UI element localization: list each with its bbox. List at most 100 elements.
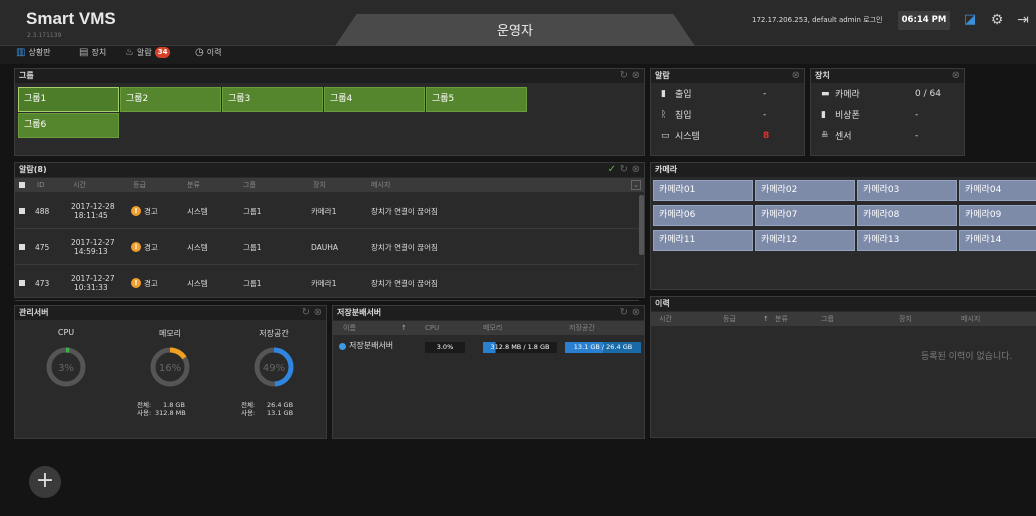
column-header[interactable]: 등급 xyxy=(133,178,146,192)
check-icon[interactable]: ✓ xyxy=(608,163,616,177)
row-checkbox[interactable] xyxy=(19,208,25,214)
phone-icon: ▮ xyxy=(821,109,826,120)
refresh-icon[interactable]: ↻ xyxy=(620,306,628,320)
table-row[interactable]: 475 2017-12-27 14:59:13 ! 경고 시스템 그룹1 DAUHA… xyxy=(15,229,639,265)
groups-panel-title: 그룹 xyxy=(15,69,644,83)
camera-tile[interactable]: 카메라01 xyxy=(653,180,753,201)
camera-tile[interactable]: 카메라07 xyxy=(755,205,855,226)
camera-tile[interactable]: 카메라11 xyxy=(653,230,753,251)
disk-total-label: 전체: xyxy=(241,401,256,409)
column-header[interactable]: 메시지 xyxy=(371,178,390,192)
group-item[interactable]: 그룹2 xyxy=(120,87,221,112)
column-header[interactable]: 그룹 xyxy=(243,178,256,192)
clock-icon: ◷ xyxy=(195,47,204,58)
cell-level: ! 경고 xyxy=(131,265,158,301)
layout-edit-icon[interactable]: ◪ xyxy=(962,12,978,28)
mgmt-server-title: 관리서버 xyxy=(15,306,326,320)
column-header[interactable]: 분류 xyxy=(775,312,788,326)
settings-gear-icon[interactable]: ⚙ xyxy=(989,12,1005,28)
cell-message: 장치가 연결이 끊어짐 xyxy=(371,206,438,216)
group-item[interactable]: 그룹3 xyxy=(222,87,323,112)
cell-device: 카메라1 xyxy=(311,278,337,288)
column-header[interactable]: 등급 xyxy=(723,312,736,326)
camera-tile[interactable]: 카메라08 xyxy=(857,205,957,226)
level-label: 경고 xyxy=(144,206,158,216)
column-header[interactable]: 분류 xyxy=(187,178,200,192)
row-checkbox[interactable] xyxy=(19,280,25,286)
close-icon[interactable]: ⊗ xyxy=(314,306,322,320)
summary-value: - xyxy=(763,109,767,120)
scrollbar[interactable] xyxy=(639,195,644,255)
camera-tile[interactable]: 카메라06 xyxy=(653,205,753,226)
group-item[interactable]: 그룹5 xyxy=(426,87,527,112)
column-header[interactable]: 메시지 xyxy=(961,312,980,326)
camera-tile[interactable]: 카메라02 xyxy=(755,180,855,201)
nav-devices-label: 장치 xyxy=(91,48,107,57)
cell-id: 473 xyxy=(35,278,50,288)
column-header[interactable]: 그룹 xyxy=(821,312,834,326)
close-icon[interactable]: ⊗ xyxy=(632,306,640,320)
gauge-label: 메모리 xyxy=(158,329,182,338)
table-row[interactable]: 473 2017-12-27 10:31:33 ! 경고 시스템 그룹1 카메라1 … xyxy=(15,265,639,301)
nav-history[interactable]: ◷ 이력 xyxy=(195,47,221,58)
nav-alarms[interactable]: ♨ 알람 34 xyxy=(125,47,171,58)
column-header[interactable]: 장치 xyxy=(899,312,912,326)
gauge-label: CPU xyxy=(57,328,75,337)
cell-group: 그룹1 xyxy=(243,206,262,216)
summary-value: - xyxy=(915,109,919,120)
close-icon[interactable]: ⊗ xyxy=(632,69,640,83)
cell-clock: 18:11:45 xyxy=(74,211,108,220)
alarm-summary-row: ᚱ 침입 - xyxy=(661,108,767,122)
camera-tile[interactable]: 카메라03 xyxy=(857,180,957,201)
camera-tile[interactable]: 카메라04 xyxy=(959,180,1036,201)
close-icon[interactable]: ⊗ xyxy=(952,69,960,83)
group-item[interactable]: 그룹4 xyxy=(324,87,425,112)
column-header[interactable]: ID xyxy=(37,178,44,192)
column-header[interactable]: 시간 xyxy=(659,312,672,326)
camera-tile[interactable]: 카메라12 xyxy=(755,230,855,251)
warning-icon: ! xyxy=(131,206,141,216)
refresh-icon[interactable]: ↻ xyxy=(620,69,628,83)
mgmt-server-panel: 관리서버 ↻ ⊗ CPU 메모리 저장공간 3% 16% 49% 전체: 1.8… xyxy=(14,305,327,439)
add-button[interactable]: + xyxy=(29,466,61,498)
camera-tile[interactable]: 카메라13 xyxy=(857,230,957,251)
cell-date: 2017-12-27 xyxy=(71,238,115,247)
level-label: 경고 xyxy=(144,242,158,252)
storage-gauge: 49% xyxy=(254,347,294,387)
device-icon: ▤ xyxy=(79,47,89,58)
refresh-icon[interactable]: ↻ xyxy=(302,306,310,320)
column-header[interactable]: 메모리 xyxy=(483,321,502,335)
close-icon[interactable]: ⊗ xyxy=(632,163,640,177)
column-header[interactable]: 이름 xyxy=(343,321,356,335)
close-icon[interactable]: ⊗ xyxy=(792,69,800,83)
cell-device: 카메라1 xyxy=(311,206,337,216)
nav-devices[interactable]: ▤ 장치 xyxy=(79,47,106,58)
alarms-table-header xyxy=(15,178,644,192)
alarm-summary-row: ▮ 출입 - xyxy=(661,87,766,101)
cell-category: 시스템 xyxy=(187,242,208,252)
logout-icon[interactable]: ⇥ xyxy=(1015,12,1031,28)
table-row[interactable]: 488 2017-12-28 18:11:45 ! 경고 시스템 그룹1 카메라1 … xyxy=(15,193,639,229)
chevron-down-icon[interactable]: ⌄ xyxy=(631,180,641,190)
column-header[interactable]: 시간 xyxy=(73,178,86,192)
group-item[interactable]: 그룹6 xyxy=(18,113,119,138)
intrusion-icon: ᚱ xyxy=(661,109,667,120)
refresh-icon[interactable]: ↻ xyxy=(620,163,628,177)
column-header[interactable]: CPU xyxy=(425,321,439,335)
column-header[interactable]: 저장공간 xyxy=(569,321,595,335)
group-item[interactable]: 그룹1 xyxy=(18,87,119,112)
row-checkbox[interactable] xyxy=(19,244,25,250)
nav-dashboard[interactable]: ▥ 상황판 xyxy=(16,47,51,58)
nav-history-label: 이력 xyxy=(206,48,222,57)
cell-level: ! 경고 xyxy=(131,193,158,229)
storage-name[interactable]: 저장분배서버 xyxy=(349,340,393,351)
camera-tile[interactable]: 카메라14 xyxy=(959,230,1036,251)
sort-arrow-icon[interactable]: ↑ xyxy=(763,312,769,326)
sort-arrow-icon[interactable]: ↑ xyxy=(401,321,407,335)
sensor-icon: ≞ xyxy=(821,130,829,141)
select-all-checkbox[interactable] xyxy=(19,182,25,188)
nav-alarms-label: 알람 xyxy=(136,48,152,57)
camera-tile[interactable]: 카메라09 xyxy=(959,205,1036,226)
summary-value: - xyxy=(915,130,919,141)
column-header[interactable]: 장치 xyxy=(313,178,326,192)
